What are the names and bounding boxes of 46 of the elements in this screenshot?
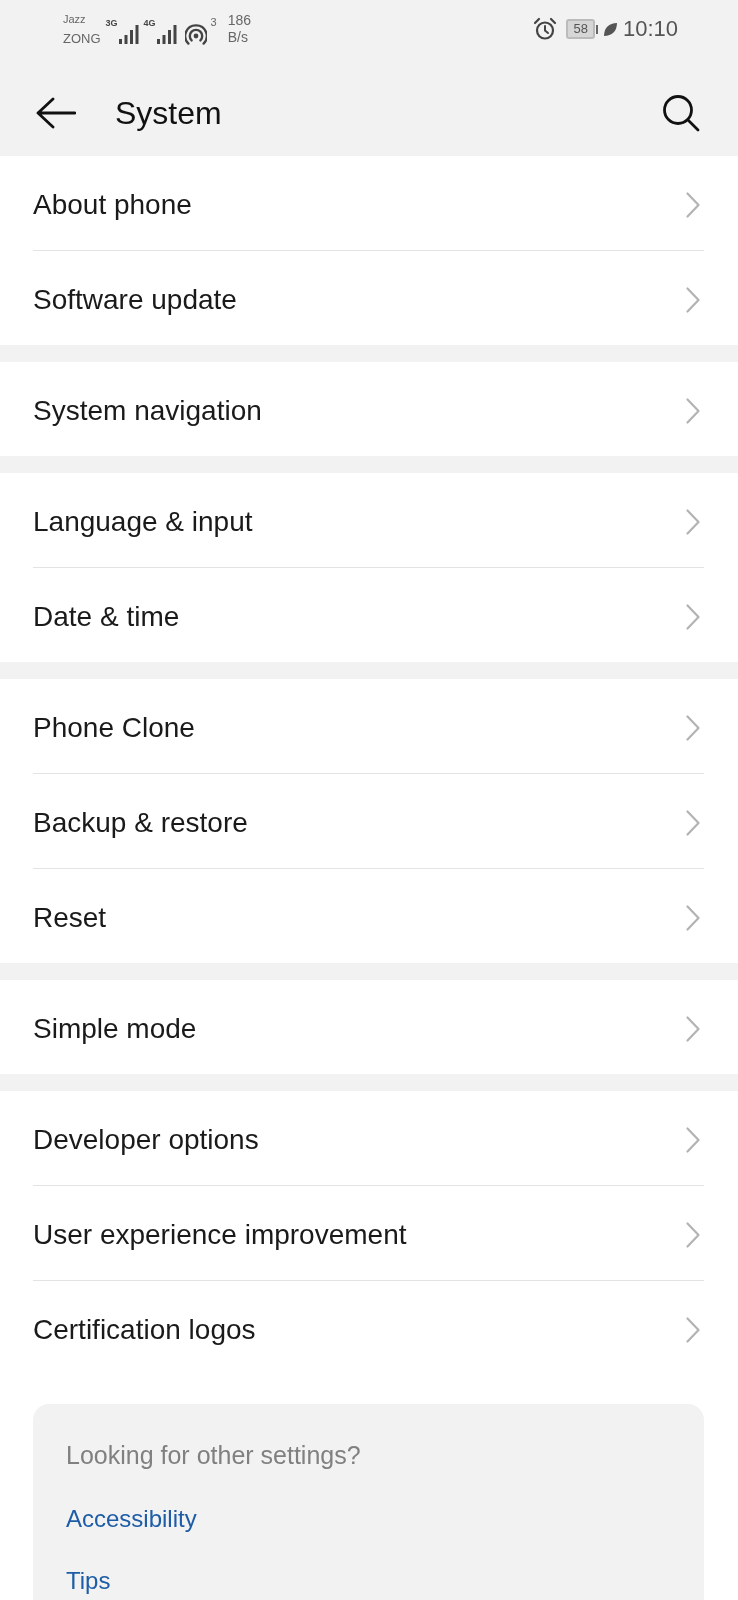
signal-icon: [156, 25, 177, 44]
settings-row[interactable]: About phone: [0, 156, 738, 250]
settings-row[interactable]: Simple mode: [0, 980, 738, 1074]
page-title: System: [115, 94, 222, 132]
chevron-right-icon: [686, 397, 700, 424]
hotspot-icon: [184, 24, 207, 46]
suggestion-link[interactable]: Accessibility: [66, 1504, 197, 1534]
settings-row[interactable]: System navigation: [0, 362, 738, 456]
chevron-right-icon: [686, 714, 700, 741]
settings-row[interactable]: Reset: [0, 869, 738, 963]
suggestion-heading: Looking for other settings?: [66, 1440, 361, 1470]
alarm-icon: [533, 17, 558, 41]
chevron-right-icon: [686, 603, 700, 630]
battery-indicator: 58: [566, 19, 598, 39]
network-type-label: 3G: [105, 18, 118, 28]
signal-icon: [118, 25, 139, 44]
chevron-right-icon: [686, 809, 700, 836]
carrier-name: Jazz: [63, 12, 86, 27]
leaf-icon: [602, 21, 618, 37]
carrier-name: ZONG: [63, 30, 101, 48]
chevron-right-icon: [686, 508, 700, 535]
data-speed-unit: B/s: [227, 29, 248, 46]
clock-time: 10:10: [622, 16, 678, 42]
suggestion-link[interactable]: Tips: [66, 1568, 111, 1594]
settings-row[interactable]: Phone Clone: [0, 679, 738, 773]
settings-row[interactable]: Developer options: [0, 1091, 738, 1185]
chevron-right-icon: [686, 286, 700, 313]
chevron-right-icon: [686, 1316, 700, 1343]
search-button[interactable]: [662, 94, 700, 132]
chevron-right-icon: [686, 1126, 700, 1153]
back-button[interactable]: [36, 97, 76, 129]
settings-row[interactable]: Software update: [0, 251, 738, 345]
settings-row[interactable]: Certification logos: [0, 1281, 738, 1375]
back-icon: [36, 97, 76, 129]
search-icon: [662, 94, 700, 132]
data-speed-value: 186: [227, 12, 252, 29]
settings-row[interactable]: Backup & restore: [0, 774, 738, 868]
hotspot-client-count: 3: [210, 16, 217, 28]
chevron-right-icon: [686, 1015, 700, 1042]
chevron-right-icon: [686, 1221, 700, 1248]
chevron-right-icon: [686, 904, 700, 931]
chevron-right-icon: [686, 191, 700, 218]
network-type-label: 4G: [143, 18, 156, 28]
settings-row[interactable]: Date & time: [0, 568, 738, 662]
settings-row[interactable]: User experience improvement: [0, 1186, 738, 1280]
settings-row[interactable]: Language & input: [0, 473, 738, 567]
